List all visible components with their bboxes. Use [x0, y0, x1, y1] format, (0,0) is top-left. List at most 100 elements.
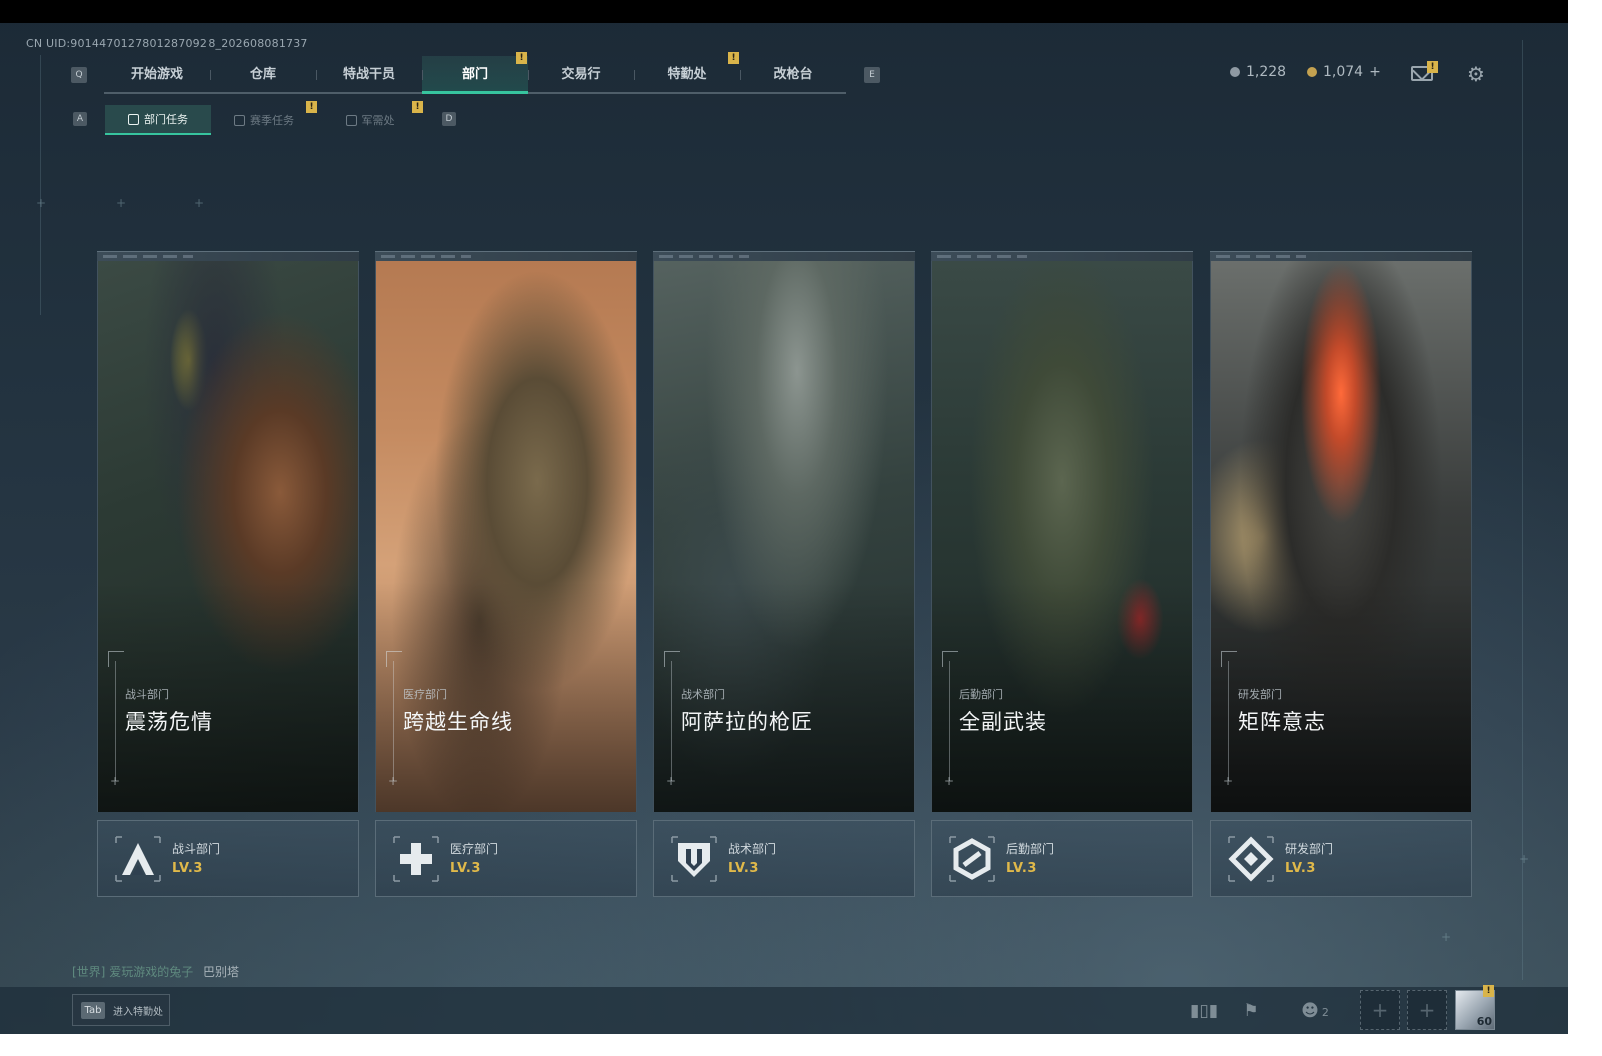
quartermaster-alert-badge: !: [412, 101, 423, 113]
add-teammate-slot[interactable]: +: [1360, 990, 1400, 1030]
department-card-combat[interactable]: 战斗部门 震荡危情 + 战斗部门 LV.3: [97, 251, 359, 897]
department-card-tactical[interactable]: 战术部门 阿萨拉的枪匠 + 战术部门 LV.3: [653, 251, 915, 897]
department-level: LV.3: [728, 861, 759, 876]
logistics-artwork: 后勤部门 全副武装 +: [931, 261, 1193, 812]
department-card-research[interactable]: 研发部门 矩阵意志 + 研发部门 LV.3: [1210, 251, 1472, 897]
tab-button-label: 进入特勤处: [113, 1006, 163, 1018]
tactical-shield-icon: [671, 836, 717, 882]
season-alert-badge: !: [306, 101, 317, 113]
bottom-bar: [0, 987, 1568, 1034]
department-name: 后勤部门: [1006, 842, 1055, 856]
card-title: 震荡危情: [125, 710, 213, 734]
department-info: 战斗部门 LV.3: [97, 820, 359, 897]
special-ops-alert-badge: !: [728, 52, 739, 64]
tab-warehouse[interactable]: 仓库: [210, 56, 316, 92]
team-icon[interactable]: ☻ 2: [1298, 1000, 1332, 1022]
mission-icon: [128, 113, 139, 125]
card-header: [653, 251, 915, 261]
department-card-medical[interactable]: 医疗部门 跨越生命线 + 医疗部门 LV.3: [375, 251, 637, 897]
supply-icon: [345, 114, 357, 126]
tab-trading[interactable]: 交易行: [528, 56, 634, 92]
card-title: 阿萨拉的枪匠: [681, 710, 813, 734]
department-level: LV.3: [1285, 861, 1316, 876]
prev-subtab-key[interactable]: A: [73, 112, 87, 126]
subtab-label: 赛季任务: [250, 114, 294, 127]
department-name: 研发部门: [1285, 842, 1334, 856]
subtab-label: 部门任务: [144, 113, 188, 126]
card-header: [375, 251, 637, 261]
card-header: [97, 251, 359, 261]
settings-gear-icon[interactable]: ⚙: [1467, 64, 1487, 84]
grid-line: [1522, 40, 1523, 980]
chat-message: 巴别塔: [203, 965, 240, 979]
chat-channel: [世界]: [72, 965, 106, 979]
combat-emblem-icon: [115, 836, 161, 882]
subtab-season-missions[interactable]: 赛季任务: [211, 105, 317, 135]
research-artwork: 研发部门 矩阵意志 +: [1210, 261, 1472, 812]
subtab-quartermaster[interactable]: 军需处: [317, 105, 423, 135]
grid-plus-marker: +: [1441, 930, 1452, 944]
flag-icon[interactable]: ⚑: [1240, 1000, 1262, 1022]
grid-line: [40, 55, 41, 315]
department-name: 战斗部门: [172, 842, 221, 856]
card-title: 矩阵意志: [1238, 710, 1326, 734]
department-card-logistics[interactable]: 后勤部门 全副武装 + 后勤部门 LV.3: [931, 251, 1193, 897]
sub-tab-bar: 部门任务 赛季任务 军需处: [105, 105, 423, 135]
card-category: 后勤部门: [959, 688, 1003, 701]
add-currency-button[interactable]: +: [1369, 64, 1381, 80]
tactical-artwork: 战术部门 阿萨拉的枪匠 +: [653, 261, 915, 812]
grid-plus-marker: +: [116, 196, 127, 210]
card-category: 研发部门: [1238, 688, 1282, 701]
world-chat-line[interactable]: [世界] 爱玩游戏的兔子 巴别塔: [72, 963, 239, 980]
card-header: [1210, 251, 1472, 261]
player-uid: CN UID:9014470127801287092 8_20260808173…: [26, 37, 308, 50]
avatar-alert-badge: !: [1483, 985, 1494, 997]
card-category: 战斗部门: [125, 688, 169, 701]
tab-key-badge: Tab: [81, 1001, 105, 1019]
department-info: 后勤部门 LV.3: [931, 820, 1193, 897]
tab-gunsmith[interactable]: 改枪台: [740, 56, 846, 92]
logistics-hex-icon: [949, 836, 995, 882]
department-alert-badge: !: [516, 52, 527, 64]
subtab-department-missions[interactable]: 部门任务: [105, 105, 211, 135]
tab-operators[interactable]: 特战干员: [316, 56, 422, 92]
mail-alert-badge: !: [1427, 61, 1438, 73]
combat-artwork: 战斗部门 震荡危情 +: [97, 261, 359, 812]
tab-special-ops[interactable]: 特勤处: [634, 56, 740, 92]
department-info: 研发部门 LV.3: [1210, 820, 1472, 897]
department-level: LV.3: [172, 861, 203, 876]
season-icon: [234, 114, 245, 126]
grid-plus-marker: +: [194, 196, 205, 210]
next-tab-key[interactable]: E: [864, 67, 880, 83]
prev-tab-key[interactable]: Q: [71, 67, 87, 83]
department-name: 战术部门: [728, 842, 777, 856]
card-title: 跨越生命线: [403, 710, 513, 734]
tab-department[interactable]: 部门: [422, 56, 528, 94]
card-title: 全副武装: [959, 710, 1047, 734]
department-name: 医疗部门: [450, 842, 499, 856]
enter-special-ops-button[interactable]: Tab 进入特勤处: [72, 994, 170, 1026]
next-subtab-key[interactable]: D: [442, 112, 456, 126]
top-black-bar: [0, 0, 1568, 23]
stats-chart-icon[interactable]: ▮▯▮: [1190, 1000, 1218, 1022]
card-header: [931, 251, 1193, 261]
research-diamond-icon: [1228, 836, 1274, 882]
subtab-label: 军需处: [361, 114, 395, 127]
card-category: 医疗部门: [403, 688, 447, 701]
card-category: 战术部门: [681, 688, 725, 701]
player-level: 60: [1476, 1015, 1492, 1028]
medical-cross-icon: [393, 836, 439, 882]
gold-coin-icon: [1307, 67, 1317, 77]
grid-plus-marker: +: [1519, 852, 1530, 866]
department-info: 战术部门 LV.3: [653, 820, 915, 897]
department-info: 医疗部门 LV.3: [375, 820, 637, 897]
chat-sender: 爱玩游戏的兔子: [109, 965, 194, 979]
gold-currency[interactable]: 1,074 +: [1307, 64, 1381, 80]
silver-amount: 1,228: [1246, 64, 1287, 80]
add-teammate-slot[interactable]: +: [1407, 990, 1447, 1030]
tab-start-game[interactable]: 开始游戏: [104, 56, 210, 92]
grid-plus-marker: +: [36, 196, 47, 210]
game-screen: CN UID:9014470127801287092 8_20260808173…: [0, 0, 1568, 1034]
silver-coin-icon: [1230, 67, 1240, 77]
department-level: LV.3: [1006, 861, 1037, 876]
